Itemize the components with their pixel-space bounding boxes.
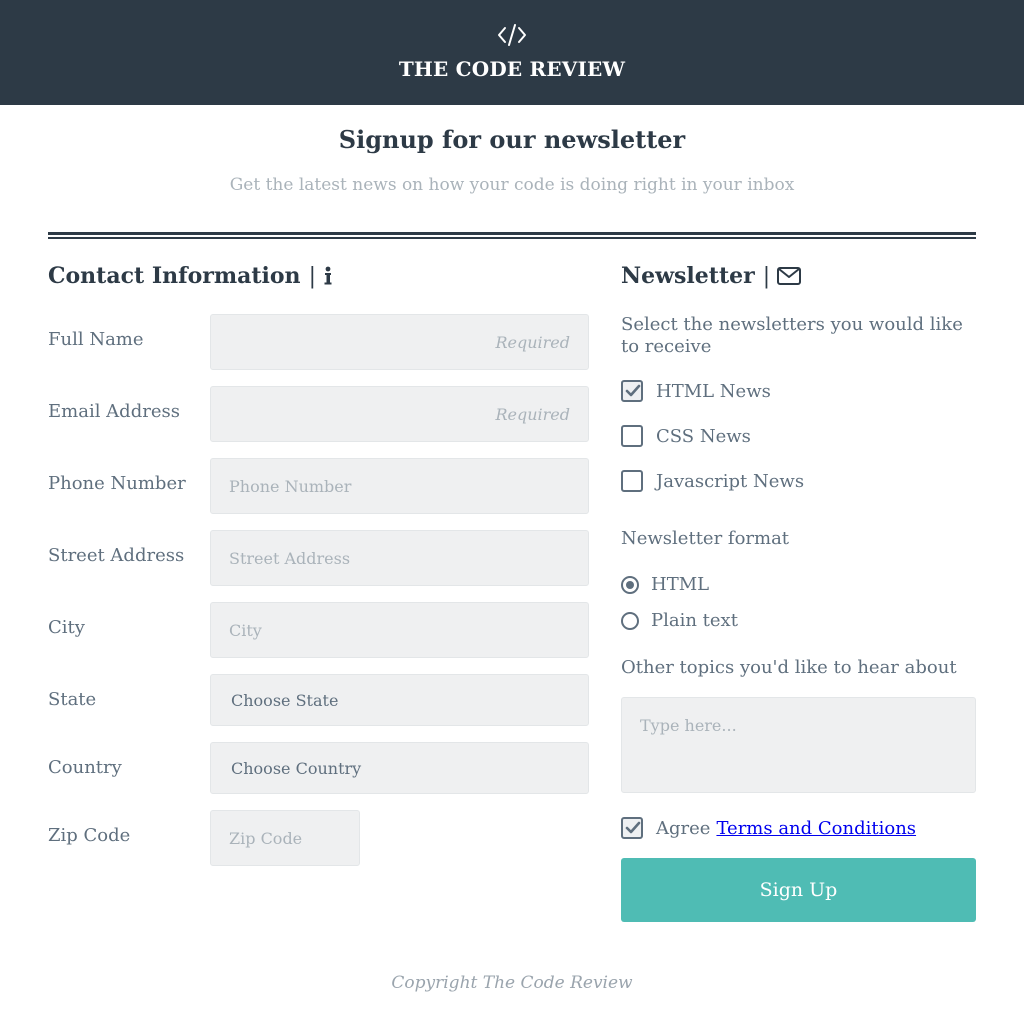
checkmark-icon <box>625 384 641 397</box>
full-name-label: Full Name <box>48 329 144 350</box>
topics-label: Other topics you'd like to hear about <box>621 657 957 678</box>
agree-row: Agree Terms and Conditions <box>621 817 916 839</box>
topics-textarea[interactable]: Type here... <box>621 697 976 793</box>
format-label: Newsletter format <box>621 528 790 549</box>
city-input[interactable]: City <box>210 602 589 658</box>
site-header: THE CODE REVIEW <box>0 0 1024 105</box>
option-css-news[interactable]: CSS News <box>621 425 751 447</box>
country-select[interactable]: Choose Country <box>210 742 589 794</box>
newsletter-title-text: Newsletter <box>621 263 755 289</box>
title-separator: | <box>762 263 771 289</box>
option-html-news[interactable]: HTML News <box>621 380 771 402</box>
state-select-value: Choose State <box>231 691 339 710</box>
full-name-input[interactable]: Required <box>210 314 589 370</box>
zip-input[interactable]: Zip Code <box>210 810 360 866</box>
email-placeholder: Required <box>495 405 570 424</box>
agree-checkbox[interactable] <box>621 817 643 839</box>
phone-label: Phone Number <box>48 473 186 494</box>
topics-placeholder: Type here... <box>640 716 737 735</box>
copyright: Copyright The Code Review <box>391 973 633 993</box>
code-icon <box>498 24 526 46</box>
zip-label: Zip Code <box>48 825 131 846</box>
agree-label: Agree <box>656 817 711 839</box>
newsletter-section-title: Newsletter | <box>621 263 802 289</box>
newsletter-description: Select the newsletters you would like to… <box>621 314 963 357</box>
format-html-radio[interactable] <box>621 575 639 594</box>
terms-link[interactable]: Terms and Conditions <box>716 818 916 839</box>
info-icon <box>324 266 332 285</box>
css-news-label: CSS News <box>656 425 751 447</box>
checkmark-icon <box>625 821 641 834</box>
format-plain-label: Plain text <box>651 610 738 631</box>
css-news-checkbox[interactable] <box>621 425 643 447</box>
javascript-news-checkbox[interactable] <box>621 470 643 492</box>
city-label: City <box>48 617 85 638</box>
html-news-label: HTML News <box>656 380 771 402</box>
street-placeholder: Street Address <box>229 549 351 568</box>
divider-top <box>48 232 976 235</box>
option-javascript-news[interactable]: Javascript News <box>621 470 804 492</box>
title-separator: | <box>308 263 316 289</box>
divider-bottom <box>48 237 976 239</box>
country-label: Country <box>48 757 122 778</box>
format-html-label: HTML <box>651 574 710 595</box>
site-title: THE CODE REVIEW <box>398 57 626 81</box>
envelope-icon <box>777 267 802 285</box>
email-label: Email Address <box>48 401 180 422</box>
city-placeholder: City <box>229 621 262 640</box>
javascript-news-label: Javascript News <box>656 470 805 492</box>
street-label: Street Address <box>48 545 185 566</box>
page-subtitle: Get the latest news on how your code is … <box>229 175 795 195</box>
html-news-checkbox[interactable] <box>621 380 643 402</box>
format-plain-option[interactable]: Plain text <box>621 610 738 631</box>
contact-section-title: Contact Information | <box>48 263 333 289</box>
format-plain-radio[interactable] <box>621 611 639 630</box>
phone-placeholder: Phone Number <box>229 477 352 496</box>
street-input[interactable]: Street Address <box>210 530 589 586</box>
full-name-placeholder: Required <box>495 333 570 352</box>
phone-input[interactable]: Phone Number <box>210 458 589 514</box>
format-html-option[interactable]: HTML <box>621 574 709 595</box>
contact-title-text: Contact Information <box>48 263 301 289</box>
sign-up-button[interactable]: Sign Up <box>621 858 976 922</box>
state-label: State <box>48 689 97 710</box>
country-select-value: Choose Country <box>231 759 362 778</box>
email-input[interactable]: Required <box>210 386 589 442</box>
state-select[interactable]: Choose State <box>210 674 589 726</box>
zip-placeholder: Zip Code <box>229 829 303 848</box>
page-title: Signup for our newsletter <box>338 125 686 154</box>
